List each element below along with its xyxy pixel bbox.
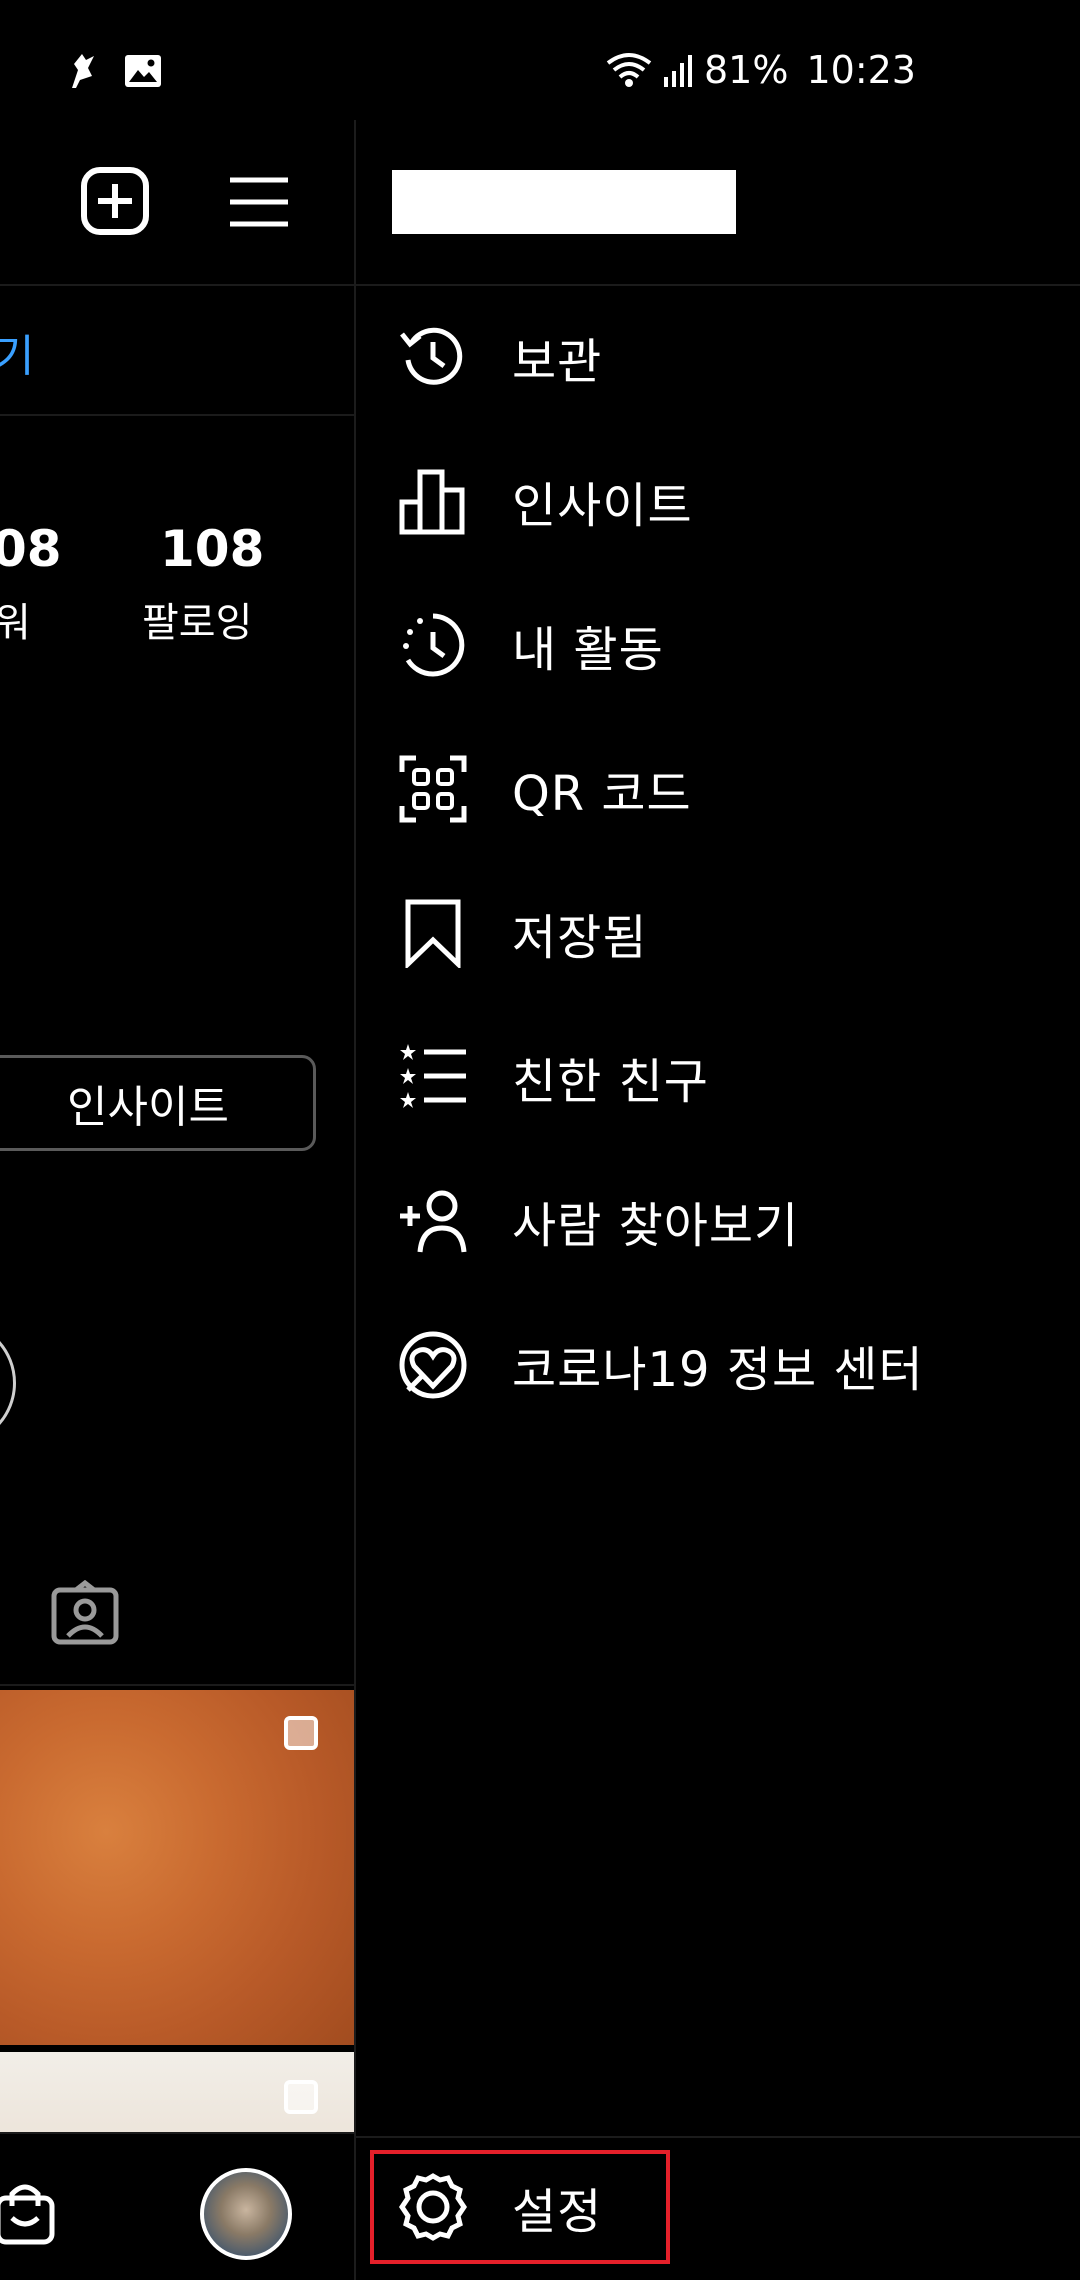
qr-code-icon (399, 755, 467, 823)
clock: 10:23 (806, 48, 916, 92)
followers-label: 워 (0, 600, 31, 646)
menu-item-discover-people[interactable]: 사람 찾아보기 (356, 1166, 1080, 1276)
username-redacted (392, 170, 736, 234)
side-drawer: 보관 인사이트 내 활동 QR 코드 저장됨 친한 친구 사람 찾아보기 코로나… (356, 120, 1080, 2280)
menu-item-close-friends[interactable]: 친한 친구 (356, 1022, 1080, 1132)
status-bar: 81% 10:23 (0, 0, 1080, 120)
menu-item-label: 내 활동 (512, 622, 664, 678)
gallery-icon (125, 55, 161, 87)
profile-page: 기 08 워 108 팔로잉 인사이트 (0, 120, 354, 2280)
multi-photo-icon (284, 2080, 318, 2114)
create-post-icon[interactable] (80, 166, 150, 236)
menu-item-label: 저장됨 (512, 910, 648, 966)
menu-item-label: QR 코드 (512, 766, 692, 822)
menu-icon[interactable] (228, 176, 290, 228)
archive-icon (400, 327, 463, 385)
settings-highlight-box (370, 2150, 670, 2264)
menu-item-label: 인사이트 (512, 478, 693, 534)
following-label: 팔로잉 (142, 600, 253, 646)
profile-link-fragment[interactable]: 기 (0, 320, 34, 384)
menu-item-covid-info[interactable]: 코로나19 정보 센터 (356, 1310, 1080, 1420)
menu-item-label: 보관 (512, 334, 603, 390)
story-highlight-circle[interactable] (0, 1320, 16, 1446)
menu-item-qr-code[interactable]: QR 코드 (356, 734, 1080, 844)
followers-count[interactable]: 08 (0, 520, 62, 578)
notification-icon (72, 54, 94, 88)
menu-item-label: 코로나19 정보 센터 (512, 1342, 924, 1398)
shop-icon[interactable] (0, 2180, 64, 2246)
close-friends-icon (400, 1044, 466, 1108)
activity-icon (403, 613, 465, 677)
menu-item-label: 사람 찾아보기 (512, 1198, 800, 1254)
menu-item-insights[interactable]: 인사이트 (356, 446, 1080, 556)
menu-item-label: 친한 친구 (512, 1054, 709, 1110)
battery-level: 81% (704, 48, 789, 92)
wifi-icon (606, 53, 652, 87)
insights-icon (399, 469, 465, 535)
menu-item-saved[interactable]: 저장됨 (356, 878, 1080, 988)
multi-photo-icon (284, 1716, 318, 1750)
discover-people-icon (400, 1190, 467, 1253)
profile-avatar[interactable] (200, 2168, 292, 2260)
menu-item-activity[interactable]: 내 활동 (356, 590, 1080, 700)
following-count[interactable]: 108 (160, 520, 264, 578)
signal-icon (664, 55, 692, 87)
bookmark-icon (405, 899, 461, 968)
insights-button[interactable]: 인사이트 (0, 1055, 316, 1151)
menu-item-archive[interactable]: 보관 (356, 302, 1080, 412)
covid-info-icon (399, 1331, 467, 1399)
bottom-navigation (0, 2132, 354, 2280)
insights-button-label: 인사이트 (67, 1082, 229, 1133)
tagged-tab-icon[interactable] (50, 1580, 120, 1646)
